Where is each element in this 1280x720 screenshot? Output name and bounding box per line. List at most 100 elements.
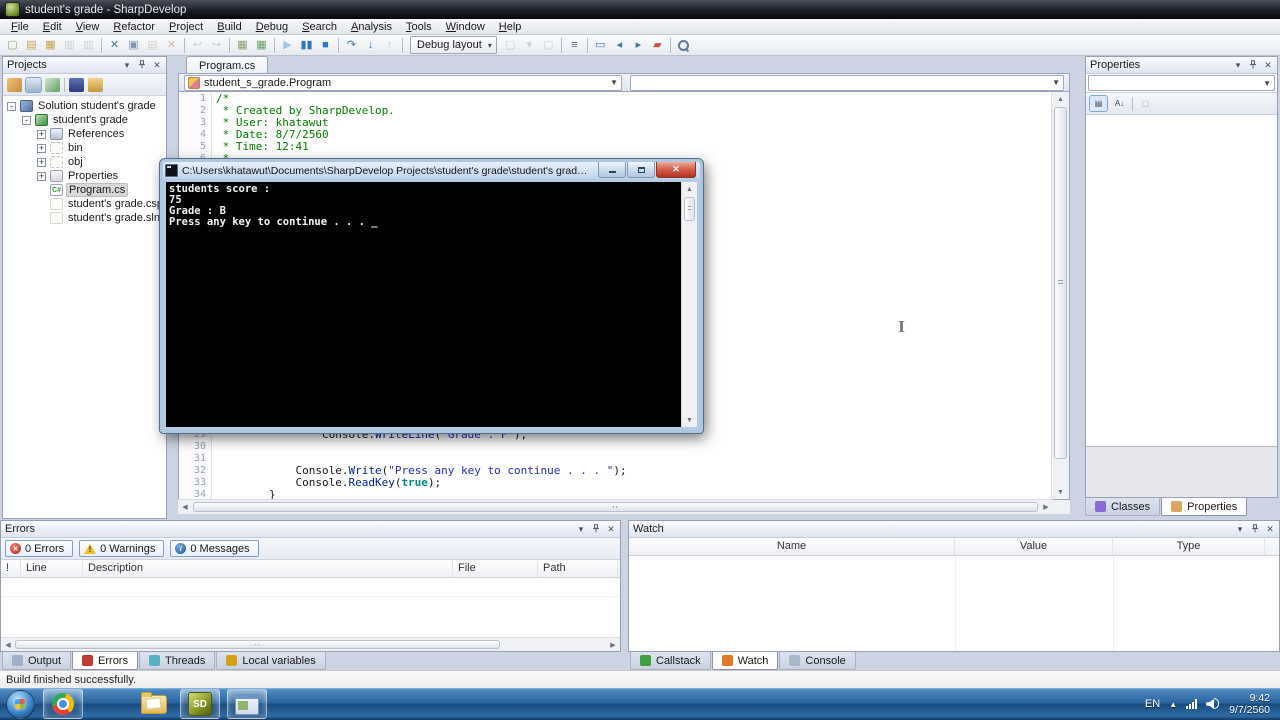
expander-icon[interactable]: + bbox=[37, 129, 46, 139]
language-indicator[interactable]: EN bbox=[1145, 698, 1160, 710]
scroll-left-icon[interactable]: ◀ bbox=[1, 638, 15, 651]
panel-menu-icon[interactable]: ▾ bbox=[576, 524, 586, 534]
pause-icon[interactable]: ▮▮ bbox=[297, 37, 316, 54]
cut-icon[interactable]: ✕ bbox=[105, 37, 124, 54]
clock[interactable]: 9:42 9/7/2560 bbox=[1229, 692, 1270, 716]
column-header-name[interactable]: Name bbox=[629, 538, 955, 555]
output-area-tab-threads[interactable]: Threads bbox=[138, 652, 216, 670]
class-selector-combo[interactable]: student_s_grade.Program ▼ bbox=[184, 74, 622, 91]
step-out-icon[interactable]: ↑ bbox=[380, 37, 399, 54]
menu-item-search[interactable]: Search bbox=[295, 21, 344, 33]
tree-item-student-s-grade[interactable]: - student's grade bbox=[3, 113, 166, 127]
menu-item-help[interactable]: Help bbox=[492, 21, 529, 33]
properties-panel-tab-properties[interactable]: Properties bbox=[1161, 498, 1248, 516]
taskbar-media-player-button[interactable] bbox=[90, 690, 128, 718]
delete-icon[interactable]: ✕ bbox=[162, 37, 181, 54]
menu-item-project[interactable]: Project bbox=[162, 21, 210, 33]
module-book-icon[interactable] bbox=[69, 77, 84, 92]
property-pages-icon[interactable]: ▢ bbox=[1137, 96, 1154, 111]
menu-item-debug[interactable]: Debug bbox=[249, 21, 295, 33]
scroll-down-icon[interactable]: ▼ bbox=[682, 413, 697, 427]
output-area-tab-errors[interactable]: Errors bbox=[72, 652, 138, 670]
pin-icon[interactable] bbox=[591, 523, 601, 535]
output-area-tab-output[interactable]: Output bbox=[2, 652, 72, 670]
panel-menu-icon[interactable]: ▾ bbox=[122, 60, 132, 70]
collapse-folders-icon[interactable] bbox=[88, 77, 103, 92]
scroll-up-icon[interactable]: ▲ bbox=[682, 182, 697, 196]
stop-icon[interactable]: ■ bbox=[316, 37, 335, 54]
panel-menu-icon[interactable]: ▾ bbox=[1235, 524, 1245, 534]
errors-grid-body[interactable] bbox=[1, 578, 620, 637]
undo-icon[interactable]: ↩ bbox=[188, 37, 207, 54]
search-icon[interactable] bbox=[674, 37, 693, 54]
menu-item-window[interactable]: Window bbox=[439, 21, 492, 33]
run-icon[interactable]: ▶ bbox=[278, 37, 297, 54]
watch-grid-body[interactable] bbox=[629, 556, 1279, 651]
panel-menu-icon[interactable]: ▾ bbox=[1233, 60, 1243, 70]
menu-item-tools[interactable]: Tools bbox=[399, 21, 439, 33]
menu-item-analysis[interactable]: Analysis bbox=[344, 21, 399, 33]
object-selector-combo[interactable]: ▼ bbox=[1088, 75, 1275, 91]
indent-icon[interactable]: ≡ bbox=[565, 37, 584, 54]
output-area-tab-local-variables[interactable]: Local variables bbox=[216, 652, 326, 670]
menu-item-edit[interactable]: Edit bbox=[36, 21, 69, 33]
build-icon[interactable]: ▦ bbox=[233, 37, 252, 54]
copy-icon[interactable]: ▣ bbox=[124, 37, 143, 54]
network-icon[interactable] bbox=[1186, 699, 1198, 709]
close-icon[interactable]: ✕ bbox=[1263, 60, 1273, 70]
editor-horizontal-scrollbar[interactable]: ◀ ▶ bbox=[178, 499, 1053, 514]
column-header-line[interactable]: Line bbox=[21, 560, 83, 577]
console-titlebar[interactable]: C:\Users\khatawut\Documents\SharpDevelop… bbox=[163, 162, 700, 179]
console-output[interactable]: students score :75 Grade : B Press any key… bbox=[166, 182, 697, 427]
refresh-view-icon[interactable] bbox=[45, 77, 60, 92]
taskbar-explorer-button[interactable] bbox=[135, 690, 173, 718]
build-all-icon[interactable]: ▦ bbox=[252, 37, 271, 54]
expander-icon[interactable]: - bbox=[7, 101, 16, 111]
close-button[interactable]: ✕ bbox=[656, 162, 696, 178]
member-selector-combo[interactable]: ▼ bbox=[629, 74, 1064, 91]
alphabetical-sort-icon[interactable]: A↓ bbox=[1111, 96, 1128, 111]
tree-item-program-cs[interactable]: +Program.cs bbox=[3, 183, 166, 197]
open-solution-icon[interactable]: ▦ bbox=[41, 37, 60, 54]
debugger-area-tab-watch[interactable]: Watch bbox=[711, 652, 779, 670]
prev-bookmark-icon[interactable]: ◂ bbox=[610, 37, 629, 54]
tree-item-solution-student-s-grade[interactable]: - Solution student's grade bbox=[3, 99, 166, 113]
open-file-icon[interactable]: ▤ bbox=[22, 37, 41, 54]
scroll-left-icon[interactable]: ◀ bbox=[178, 500, 192, 514]
profile-arrow-icon[interactable]: ▾ bbox=[520, 37, 539, 54]
taskbar-running-app-button[interactable] bbox=[227, 689, 267, 719]
debugger-area-tab-console[interactable]: Console bbox=[779, 652, 856, 670]
filter-0-errors[interactable]: 0 Errors bbox=[5, 540, 74, 557]
filter-0-messages[interactable]: 0 Messages bbox=[170, 540, 259, 557]
expander-icon[interactable]: - bbox=[22, 115, 31, 125]
column-header--[interactable]: ! bbox=[1, 560, 21, 577]
console-scrollbar[interactable]: ▲ ▼ bbox=[681, 182, 697, 427]
view-mode-icon[interactable] bbox=[25, 76, 42, 93]
layout-dropdown[interactable]: Debug layout ▾ bbox=[410, 36, 497, 54]
taskbar-sharpdevelop-button[interactable]: SD bbox=[180, 689, 220, 719]
volume-icon[interactable] bbox=[1206, 698, 1220, 710]
tree-item-student-s-grade-csproj[interactable]: +student's grade.csproj bbox=[3, 197, 166, 211]
column-header-path[interactable]: Path bbox=[538, 560, 618, 577]
profile-icon[interactable]: ▢ bbox=[501, 37, 520, 54]
close-icon[interactable]: ✕ bbox=[1265, 524, 1275, 534]
errors-horizontal-scrollbar[interactable]: ◀ ▶ bbox=[1, 637, 620, 651]
step-over-icon[interactable]: ↷ bbox=[342, 37, 361, 54]
scroll-up-icon[interactable]: ▲ bbox=[1052, 92, 1069, 106]
scroll-right-icon[interactable]: ▶ bbox=[1039, 500, 1053, 514]
redo-icon[interactable]: ↪ bbox=[207, 37, 226, 54]
console-window[interactable]: C:\Users\khatawut\Documents\SharpDevelop… bbox=[159, 158, 704, 434]
tree-item-properties[interactable]: + Properties bbox=[3, 169, 166, 183]
menu-item-build[interactable]: Build bbox=[210, 21, 248, 33]
properties-grid[interactable] bbox=[1086, 115, 1277, 446]
debugger-area-tab-callstack[interactable]: Callstack bbox=[630, 652, 711, 670]
expander-icon[interactable]: + bbox=[37, 157, 46, 167]
tree-item-references[interactable]: + References bbox=[3, 127, 166, 141]
new-file-icon[interactable]: ▢ bbox=[3, 37, 22, 54]
scroll-down-icon[interactable]: ▼ bbox=[1052, 485, 1069, 499]
maximize-button[interactable] bbox=[627, 162, 655, 178]
save-all-icon[interactable]: ▥ bbox=[79, 37, 98, 54]
save-icon[interactable]: ▥ bbox=[60, 37, 79, 54]
tree-item-bin[interactable]: + bin bbox=[3, 141, 166, 155]
properties-panel-tab-classes[interactable]: Classes bbox=[1085, 498, 1161, 516]
